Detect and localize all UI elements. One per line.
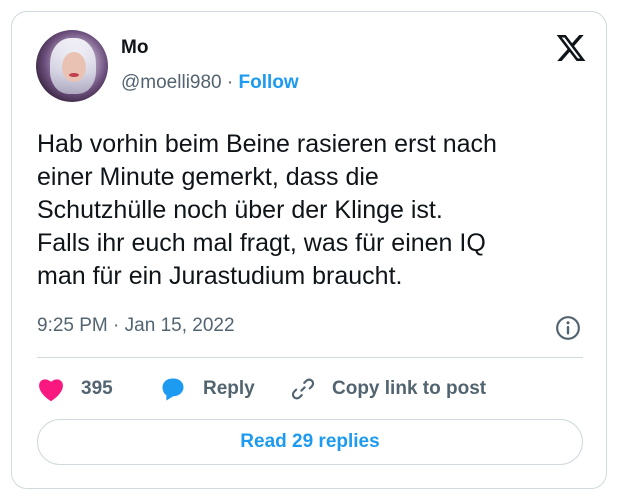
speech-bubble-icon [162,378,184,401]
divider [37,357,583,358]
likes-count: 395 [81,378,113,399]
author-handle-row: @moelli980 · Follow [121,72,299,94]
tweet-time: 9:25 PM [37,315,108,336]
tweet-card: Mo @moelli980 · Follow Hab vorhin beim B… [11,11,607,489]
reply-button[interactable]: Reply [159,374,255,404]
tweet-date: Jan 15, 2022 [124,315,235,336]
handle-separator: · [226,72,234,93]
tweet-text: Hab vorhin beim Beine rasieren erst nach… [37,130,497,290]
follow-button[interactable]: Follow [239,72,299,93]
read-replies-button[interactable]: Read 29 replies [37,419,583,465]
info-icon[interactable] [555,315,581,341]
avatar-face [62,52,86,82]
reply-label: Reply [203,378,255,399]
tweet-timestamp[interactable]: 9:25 PM · Jan 15, 2022 [37,315,235,337]
avatar-lips [69,73,79,77]
copy-link-label: Copy link to post [332,378,487,399]
avatar[interactable] [36,30,108,102]
x-logo-icon[interactable] [555,32,587,64]
heart-icon [39,379,63,402]
author-handle[interactable]: @moelli980 [121,72,222,93]
like-button[interactable]: 395 [37,374,113,404]
timestamp-separator: · [113,315,120,336]
author-name[interactable]: Mo [121,37,148,59]
link-icon [291,378,315,400]
copy-link-button[interactable]: Copy link to post [290,374,486,404]
